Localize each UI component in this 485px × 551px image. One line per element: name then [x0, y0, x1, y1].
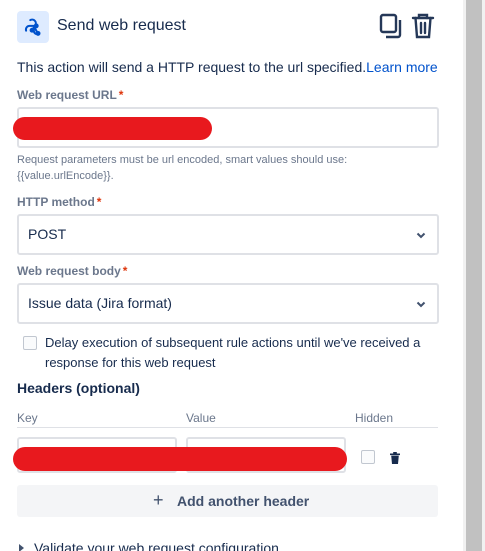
body-label: Web request body * — [17, 264, 127, 278]
method-label: HTTP method * — [17, 195, 101, 209]
request-body-value: Issue data (Jira format) — [28, 295, 172, 311]
required-marker: * — [118, 88, 124, 102]
headers-title: Headers (optional) — [17, 380, 140, 396]
chevron-right-icon — [19, 544, 24, 551]
delay-checkbox[interactable] — [23, 336, 37, 350]
learn-more-link[interactable]: Learn more — [366, 59, 438, 75]
method-label-text: HTTP method — [17, 195, 95, 209]
hidden-checkbox[interactable] — [361, 450, 375, 464]
chevron-down-icon — [416, 301, 426, 308]
key-column-label: Key — [17, 411, 38, 425]
add-header-button[interactable]: + Add another header — [17, 485, 438, 517]
body-label-text: Web request body — [17, 264, 121, 278]
url-label: Web request URL * — [17, 88, 123, 102]
required-marker: * — [122, 264, 128, 278]
panel-header: Send web request — [17, 11, 437, 43]
required-marker: * — [96, 195, 102, 209]
scrollbar[interactable] — [463, 0, 485, 551]
validate-configuration-toggle[interactable]: Validate your web request configuration — [19, 540, 279, 551]
redaction-mark — [13, 447, 347, 471]
request-body-select[interactable]: Issue data (Jira format) — [17, 283, 439, 324]
value-column-label: Value — [186, 411, 216, 425]
chevron-down-icon — [416, 232, 426, 239]
validate-label: Validate your web request configuration — [34, 540, 279, 551]
url-help-text: Request parameters must be url encoded, … — [17, 154, 348, 182]
scrollbar-thumb[interactable] — [466, 0, 482, 551]
copy-icon[interactable] — [379, 13, 403, 39]
intro-text: This action will send a HTTP request to … — [17, 59, 438, 75]
url-label-text: Web request URL — [17, 88, 117, 102]
http-method-value: POST — [28, 226, 67, 242]
divider — [17, 427, 438, 428]
delay-checkbox-label: Delay execution of subsequent rule actio… — [45, 335, 421, 370]
webhook-icon — [17, 11, 49, 43]
http-method-select[interactable]: POST — [17, 214, 439, 255]
trash-icon[interactable] — [390, 451, 400, 469]
panel-title: Send web request — [57, 17, 186, 34]
add-header-label: Add another header — [177, 493, 310, 509]
hidden-column-label: Hidden — [355, 411, 394, 425]
plus-icon: + — [153, 490, 164, 510]
send-web-request-panel: Send web request This action will send a… — [0, 0, 463, 551]
redaction-mark — [13, 117, 212, 140]
trash-icon[interactable] — [411, 12, 435, 40]
intro-description: This action will send a HTTP request to … — [17, 59, 367, 75]
